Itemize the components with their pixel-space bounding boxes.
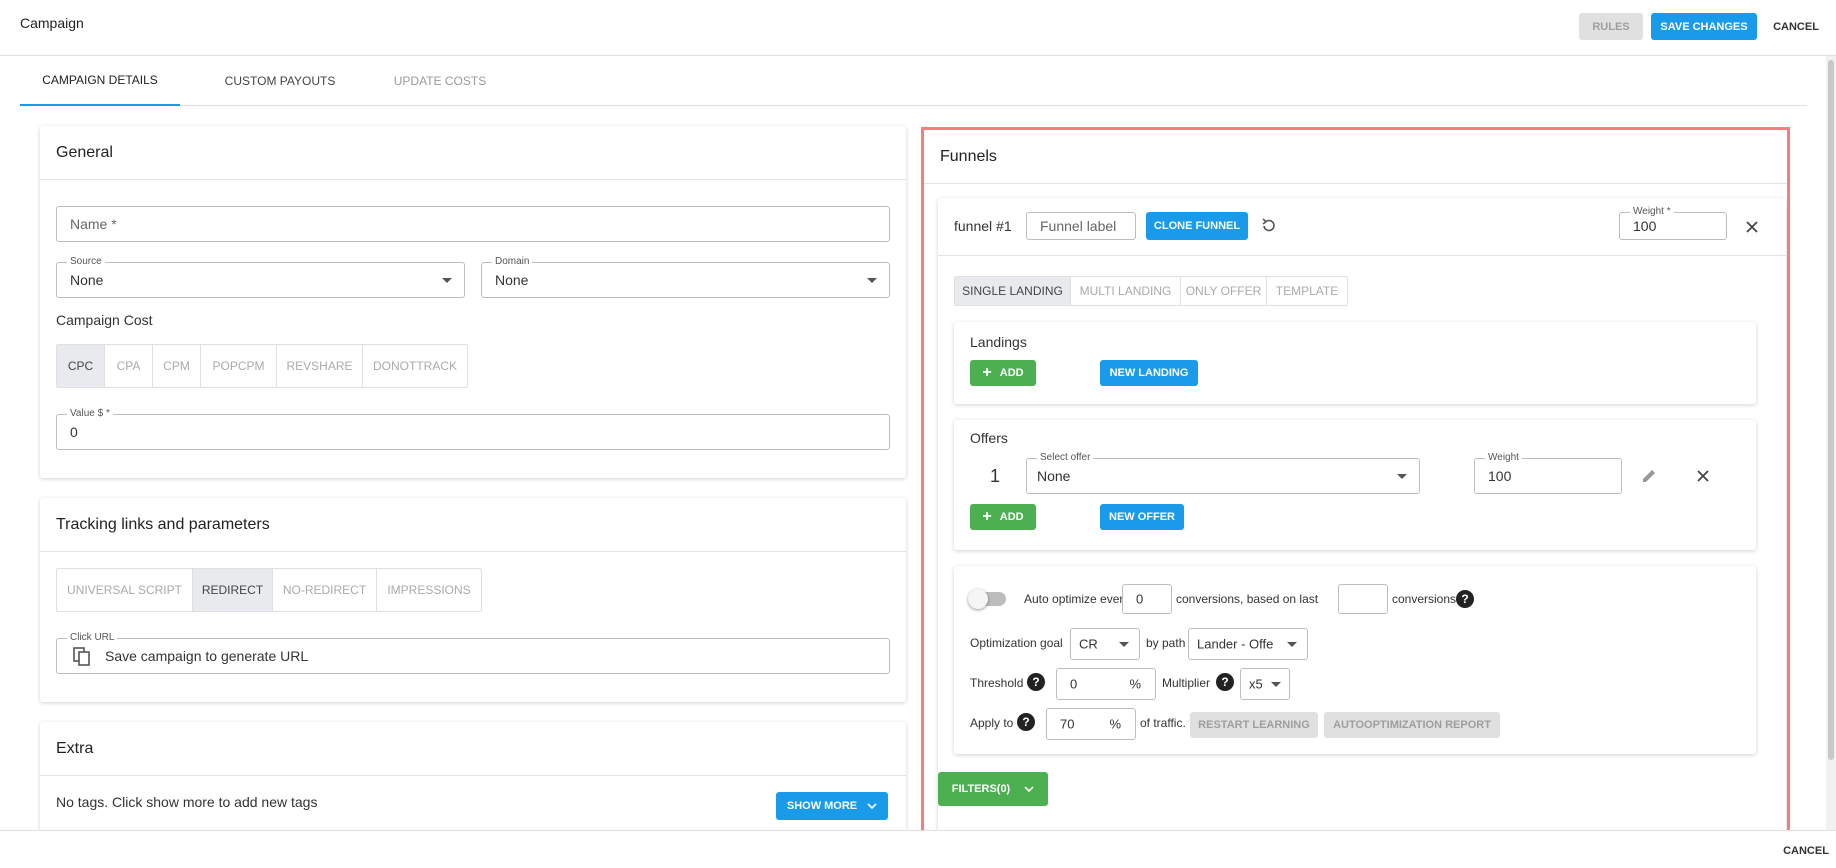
tracking-option-no-redirect[interactable]: NO-REDIRECT (273, 569, 377, 611)
general-title: General (40, 126, 906, 180)
chevron-down-icon (867, 803, 877, 809)
click-url-value: Save campaign to generate URL (105, 648, 309, 664)
footer-cancel-button[interactable]: CANCEL (1780, 840, 1832, 862)
scrollbar[interactable] (1826, 56, 1836, 830)
domain-label: Domain (492, 256, 533, 267)
page-title: Campaign (20, 15, 84, 31)
bottom-bar: CANCEL (0, 830, 1836, 868)
show-more-label: SHOW MORE (786, 800, 858, 812)
tracking-title: Tracking links and parameters (40, 498, 906, 552)
general-card: General Name * Source None Domain None C… (40, 126, 906, 478)
value-input[interactable]: Value $ * 0 (56, 408, 890, 450)
highlight-box (921, 127, 1790, 833)
tracking-option-redirect[interactable]: REDIRECT (193, 569, 273, 611)
source-label: Source (67, 256, 105, 267)
value-value: 0 (70, 424, 78, 440)
cost-option-cpc[interactable]: CPC (57, 345, 105, 387)
rules-button[interactable]: RULES (1579, 13, 1643, 40)
tab-bar: CAMPAIGN DETAILS CUSTOM PAYOUTS UPDATE C… (20, 56, 1807, 106)
tracking-option-impressions[interactable]: IMPRESSIONS (377, 569, 481, 611)
click-url-field[interactable]: Click URL Save campaign to generate URL (56, 632, 890, 674)
click-url-label: Click URL (67, 632, 118, 643)
show-more-button[interactable]: SHOW MORE (776, 792, 888, 820)
cost-option-donottrack[interactable]: DONOTTRACK (363, 345, 467, 387)
cost-option-popcpm[interactable]: POPCPM (201, 345, 277, 387)
source-select[interactable]: Source None (56, 256, 465, 298)
cost-option-revshare[interactable]: REVSHARE (277, 345, 363, 387)
name-input[interactable]: Name * (56, 206, 890, 242)
campaign-cost-label: Campaign Cost (56, 312, 153, 328)
tab-campaign-details[interactable]: CAMPAIGN DETAILS (20, 56, 180, 106)
scrollbar-thumb[interactable] (1828, 60, 1834, 760)
tracking-option-universal-script[interactable]: UNIVERSAL SCRIPT (57, 569, 193, 611)
cancel-button[interactable]: CANCEL (1768, 13, 1824, 40)
campaign-cost-selector: CPC CPA CPM POPCPM REVSHARE DONOTTRACK (56, 344, 468, 388)
source-value: None (70, 272, 104, 288)
copy-icon[interactable] (73, 647, 91, 667)
extra-title: Extra (40, 722, 906, 776)
tracking-mode-selector: UNIVERSAL SCRIPT REDIRECT NO-REDIRECT IM… (56, 568, 482, 612)
domain-select[interactable]: Domain None (481, 256, 890, 298)
chevron-down-icon (442, 278, 452, 283)
cost-option-cpm[interactable]: CPM (153, 345, 201, 387)
cost-option-cpa[interactable]: CPA (105, 345, 153, 387)
tab-custom-payouts[interactable]: CUSTOM PAYOUTS (200, 56, 360, 106)
tracking-card: Tracking links and parameters UNIVERSAL … (40, 498, 906, 702)
top-bar: Campaign RULES SAVE CHANGES CANCEL (0, 0, 1836, 56)
tab-update-costs[interactable]: UPDATE COSTS (380, 56, 500, 106)
value-label: Value $ * (67, 408, 113, 419)
tags-text: No tags. Click show more to add new tags (56, 794, 318, 810)
domain-value: None (495, 272, 529, 288)
name-placeholder: Name * (70, 216, 117, 232)
chevron-down-icon (867, 278, 877, 283)
save-changes-button[interactable]: SAVE CHANGES (1651, 13, 1757, 40)
